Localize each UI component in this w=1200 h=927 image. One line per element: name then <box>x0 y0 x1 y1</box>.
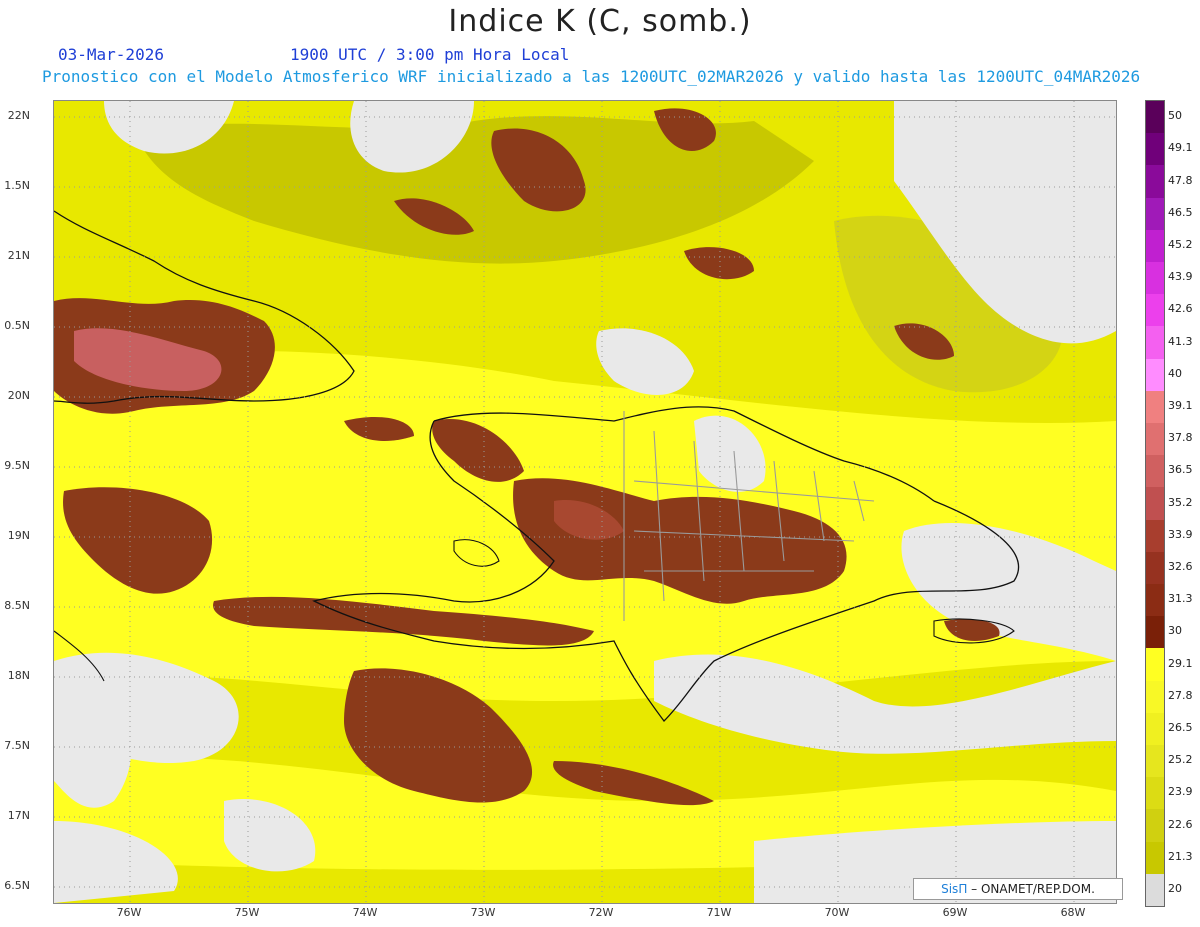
forecast-date: 03-Mar-2026 <box>58 45 164 64</box>
colorbar-segment <box>1146 229 1164 263</box>
lon-label: 75W <box>234 906 260 919</box>
colorbar <box>1145 100 1165 907</box>
colorbar-segment <box>1146 584 1164 617</box>
colorbar-segment <box>1146 712 1164 746</box>
colorbar-segment <box>1146 841 1164 875</box>
lon-label: 70W <box>824 906 850 919</box>
colorbar-label: 47.8 <box>1168 173 1193 187</box>
colorbar-segment <box>1146 873 1164 907</box>
model-info: Pronostico con el Modelo Atmosferico WRF… <box>42 67 1141 86</box>
lat-label: 6.5N <box>4 879 30 892</box>
colorbar-label: 40 <box>1168 366 1182 380</box>
colorbar-segment <box>1146 455 1164 488</box>
colorbar-label: 20 <box>1168 881 1182 895</box>
colorbar-label: 21.3 <box>1168 849 1193 863</box>
colorbar-segment <box>1146 262 1164 295</box>
lat-label: 8.5N <box>4 599 30 612</box>
colorbar-segment <box>1146 326 1164 360</box>
lat-label: 20N <box>7 389 30 402</box>
colorbar-label: 42.6 <box>1168 302 1193 316</box>
colorbar-label: 49.1 <box>1168 141 1193 155</box>
k-index-map <box>54 101 1116 903</box>
colorbar-label: 23.9 <box>1168 785 1193 799</box>
colorbar-label: 43.9 <box>1168 270 1193 284</box>
colorbar-segment <box>1146 101 1164 134</box>
colorbar-label: 33.9 <box>1168 527 1193 541</box>
colorbar-label: 30 <box>1168 624 1182 638</box>
lat-label: 7.5N <box>4 739 30 752</box>
colorbar-segment <box>1146 358 1164 392</box>
lat-label: 9.5N <box>4 459 30 472</box>
colorbar-label: 31.3 <box>1168 592 1193 606</box>
colorbar-segment <box>1146 616 1164 649</box>
colorbar-label: 29.1 <box>1168 656 1193 670</box>
colorbar-label: 50 <box>1168 109 1182 123</box>
colorbar-segment <box>1146 197 1164 231</box>
credit-sis: SisΠ <box>941 882 968 896</box>
credit-box: SisΠ – ONAMET/REP.DOM. <box>913 878 1123 900</box>
lon-label: 72W <box>588 906 614 919</box>
lon-label: 68W <box>1060 906 1086 919</box>
colorbar-segment <box>1146 648 1164 682</box>
lat-label: 17N <box>7 809 30 822</box>
lat-label: 21N <box>7 249 30 262</box>
colorbar-segment <box>1146 390 1164 424</box>
colorbar-label: 41.3 <box>1168 334 1193 348</box>
colorbar-segment <box>1146 680 1164 714</box>
colorbar-label: 46.5 <box>1168 205 1193 219</box>
colorbar-label: 45.2 <box>1168 237 1193 251</box>
colorbar-segment <box>1146 809 1164 843</box>
colorbar-segment <box>1146 133 1164 166</box>
colorbar-segment <box>1146 423 1164 456</box>
lat-label: 1.5N <box>4 179 30 192</box>
colorbar-label: 22.6 <box>1168 817 1193 831</box>
colorbar-label: 35.2 <box>1168 495 1193 509</box>
colorbar-segment <box>1146 165 1164 199</box>
lon-label: 76W <box>116 906 142 919</box>
colorbar-segment <box>1146 487 1164 521</box>
colorbar-segment <box>1146 551 1164 585</box>
colorbar-label: 32.6 <box>1168 559 1193 573</box>
map-title: Indice K (C, somb.) <box>448 4 752 39</box>
forecast-time: 1900 UTC / 3:00 pm Hora Local <box>290 45 570 64</box>
colorbar-segment <box>1146 745 1164 778</box>
lon-label: 74W <box>352 906 378 919</box>
lon-label: 69W <box>942 906 968 919</box>
colorbar-label: 39.1 <box>1168 398 1193 412</box>
lat-label: 18N <box>7 669 30 682</box>
lon-label: 71W <box>706 906 732 919</box>
lat-label: 19N <box>7 529 30 542</box>
colorbar-segment <box>1146 519 1164 553</box>
colorbar-label: 27.8 <box>1168 688 1193 702</box>
colorbar-segment <box>1146 777 1164 810</box>
lat-label: 0.5N <box>4 319 30 332</box>
colorbar-label: 25.2 <box>1168 753 1193 767</box>
colorbar-segment <box>1146 294 1164 327</box>
credit-org: – ONAMET/REP.DOM. <box>971 882 1095 896</box>
lon-label: 73W <box>470 906 496 919</box>
colorbar-label: 36.5 <box>1168 463 1193 477</box>
lat-label: 22N <box>7 109 30 122</box>
map-area <box>53 100 1117 904</box>
colorbar-label: 37.8 <box>1168 431 1193 445</box>
colorbar-label: 26.5 <box>1168 720 1193 734</box>
